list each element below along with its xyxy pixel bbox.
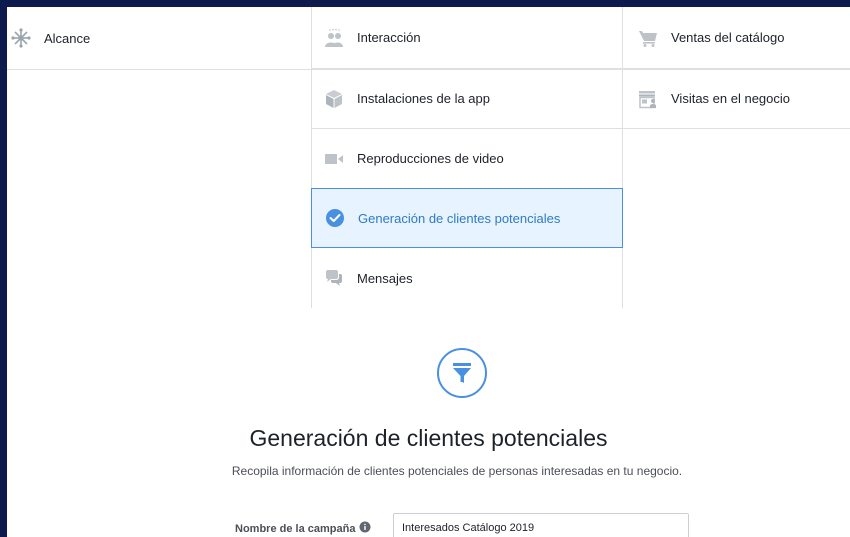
objective-engagement[interactable]: Interacción bbox=[312, 7, 622, 69]
objective-label: Visitas en el negocio bbox=[671, 91, 791, 106]
objective-app-installs[interactable]: Instalaciones de la app bbox=[312, 69, 622, 129]
objective-column-right: Ventas del catálogo Visitas en el negoci… bbox=[622, 7, 850, 129]
objective-label: Mensajes bbox=[357, 270, 413, 286]
objective-label: Ventas del catálogo bbox=[671, 30, 785, 45]
campaign-name-label: Nombre de la campaña bbox=[235, 521, 371, 536]
store-icon bbox=[638, 89, 658, 109]
cart-icon bbox=[638, 28, 658, 48]
campaign-name-input[interactable] bbox=[393, 513, 689, 537]
campaign-name-label-text: Nombre de la campaña bbox=[235, 522, 356, 535]
reach-icon bbox=[11, 28, 31, 48]
info-icon[interactable] bbox=[359, 521, 371, 536]
campaign-objective-panel: Alcance Interacción Instalaciones de la … bbox=[7, 7, 850, 537]
objective-label: Reproducciones de video bbox=[357, 151, 504, 166]
objective-label: Alcance bbox=[44, 30, 91, 46]
objective-label: Interacción bbox=[357, 30, 421, 45]
objective-title: Generación de clientes potenciales bbox=[249, 425, 608, 451]
objective-lead-generation[interactable]: Generación de clientes potenciales bbox=[311, 188, 623, 248]
funnel-icon bbox=[435, 346, 489, 400]
objective-reach[interactable]: Alcance bbox=[7, 7, 311, 69]
messages-icon bbox=[324, 268, 344, 288]
objective-column-left: Alcance bbox=[7, 7, 311, 69]
objective-messages[interactable]: Mensajes bbox=[312, 248, 622, 308]
objective-column-middle: Interacción Instalaciones de la app Repr… bbox=[311, 7, 623, 308]
objective-catalog-sales[interactable]: Ventas del catálogo bbox=[622, 7, 850, 69]
objective-description: Recopila información de clientes potenci… bbox=[231, 464, 683, 478]
objective-label: Generación de clientes potenciales bbox=[358, 210, 561, 226]
app-installs-icon bbox=[324, 89, 344, 109]
video-camera-icon bbox=[324, 149, 344, 169]
checkmark-icon bbox=[325, 208, 345, 228]
engagement-icon bbox=[324, 28, 344, 48]
objective-store-visits[interactable]: Visitas en el negocio bbox=[622, 69, 850, 129]
objective-label: Instalaciones de la app bbox=[357, 91, 490, 106]
objective-video-views[interactable]: Reproducciones de video bbox=[312, 129, 622, 189]
